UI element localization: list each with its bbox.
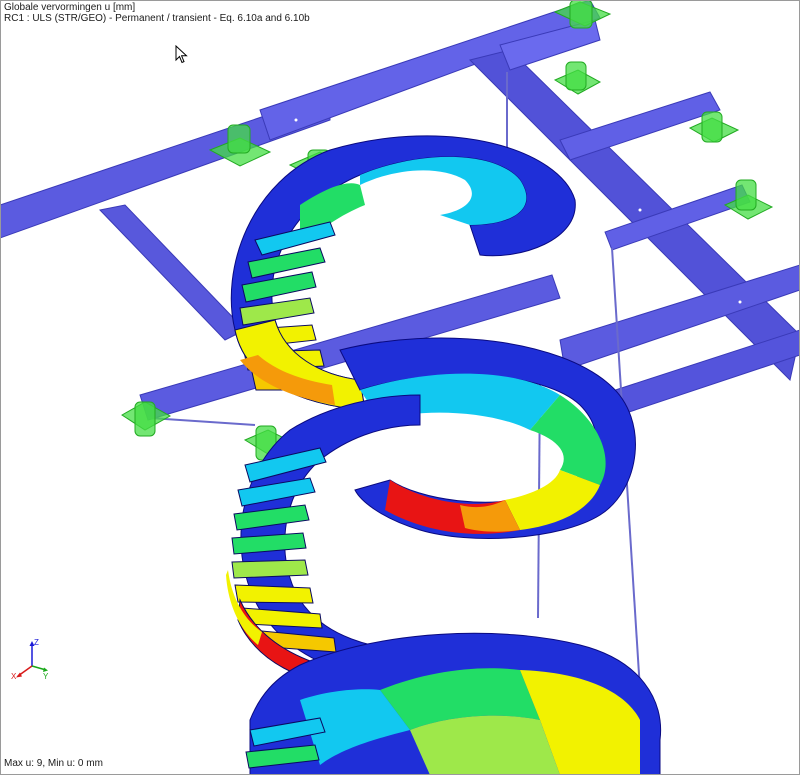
landing-3-lightgreen [410, 715, 560, 775]
axis-y-label: Y [43, 672, 49, 680]
axis-triad-icon: Z X Y [11, 638, 49, 680]
beam-vertical-left[interactable] [99, 204, 246, 341]
axis-x-label: X [11, 672, 17, 680]
deformation-model[interactable] [0, 0, 800, 775]
axis-z-label: Z [34, 638, 39, 647]
mouse-pointer-icon [175, 45, 188, 64]
support-4[interactable] [553, 61, 602, 95]
3d-viewport[interactable]: Globale vervormingen u [mm] RC1 : ULS (S… [0, 0, 800, 775]
landing-1-cyan [360, 156, 527, 225]
